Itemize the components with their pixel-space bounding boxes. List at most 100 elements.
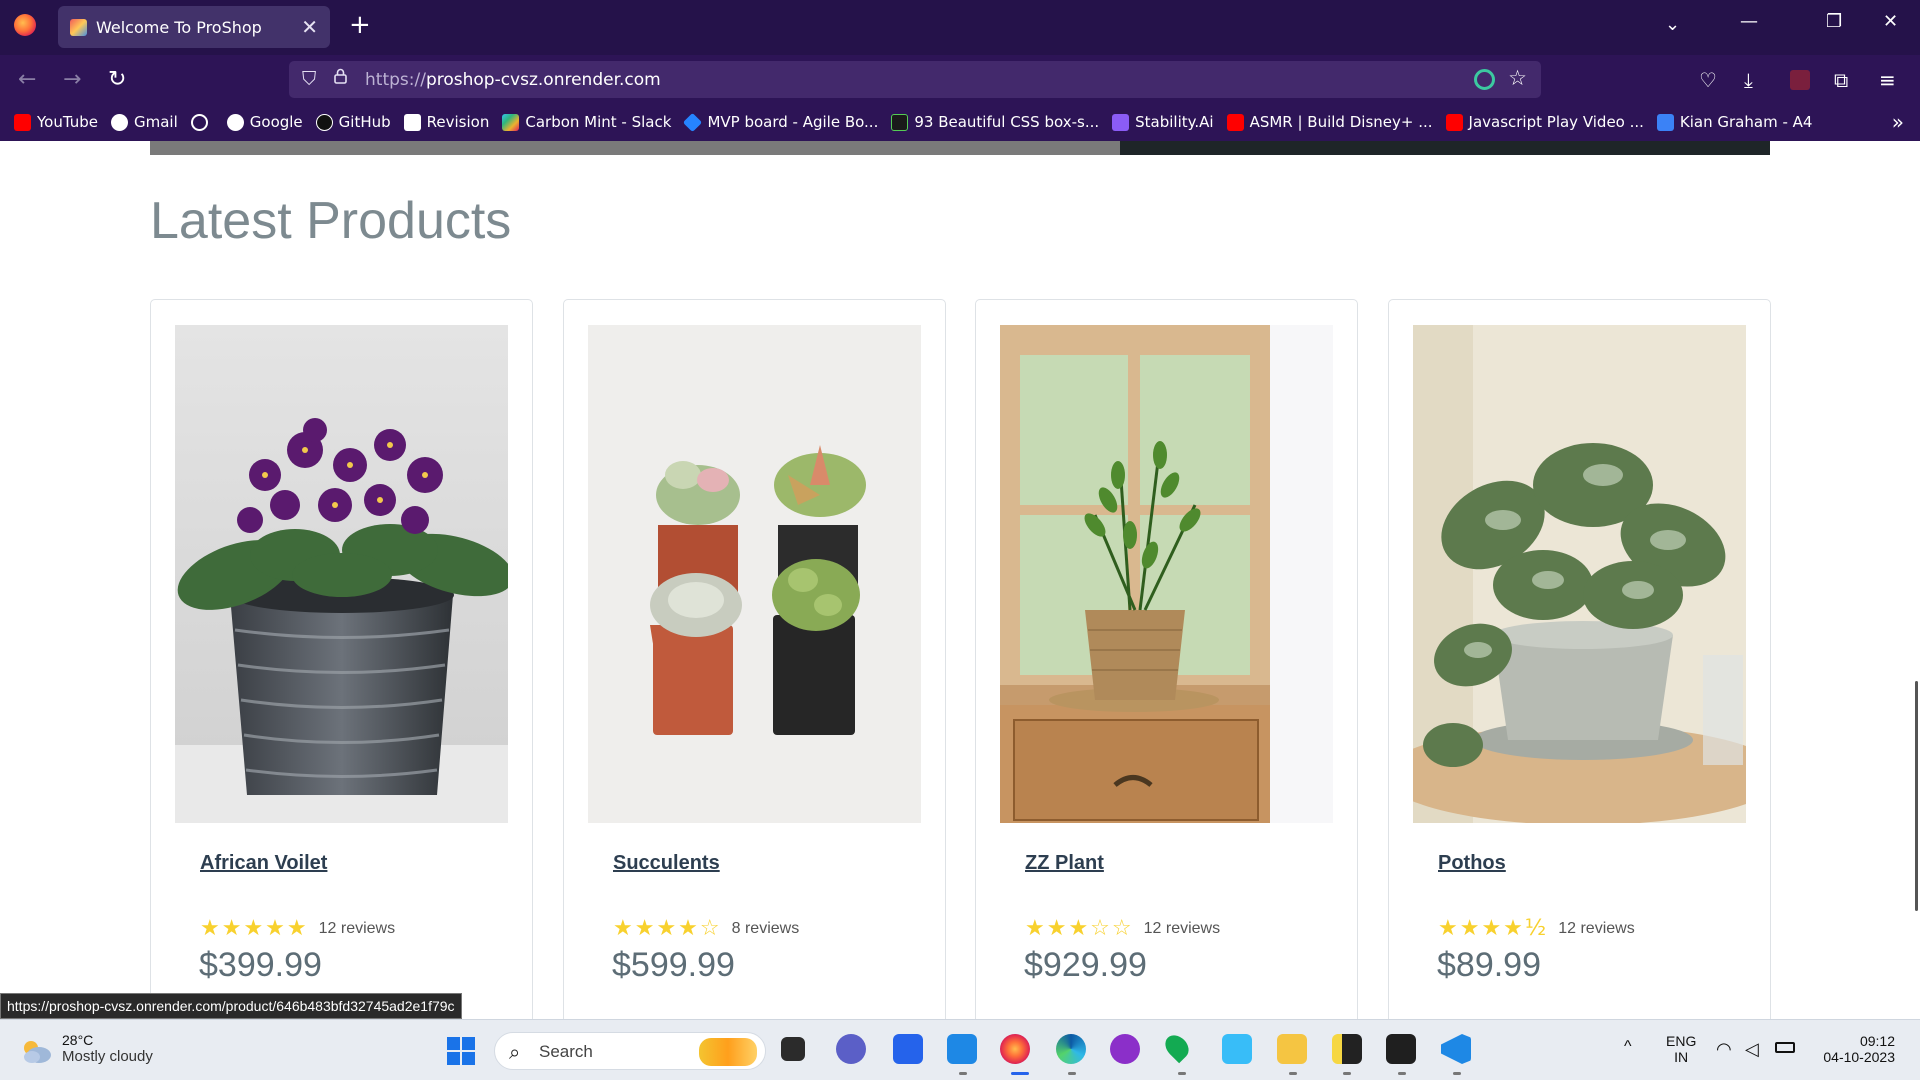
new-tab-button[interactable]: + <box>349 10 371 40</box>
google-g-icon <box>111 113 128 131</box>
windows-taskbar: 28°C Mostly cloudy ⌕ Search ^ ENG IN ◠ ◁… <box>0 1019 1920 1080</box>
review-count: 8 reviews <box>731 919 800 937</box>
terminal-icon[interactable] <box>1386 1034 1416 1064</box>
bookmark-jira[interactable]: MVP board - Agile Bo... <box>683 112 878 132</box>
extensions-puzzle-icon[interactable]: ⧉ <box>1834 68 1848 92</box>
windows-start-icon[interactable] <box>447 1037 475 1065</box>
weather-condition: Mostly cloudy <box>62 1048 153 1065</box>
close-tab-icon[interactable]: ✕ <box>301 15 318 39</box>
bookmark-github[interactable]: GitHub <box>315 113 391 131</box>
review-count: 12 reviews <box>1558 919 1635 937</box>
page-scrollbar[interactable] <box>1915 681 1918 911</box>
downloads-icon[interactable]: ⤓ <box>1744 68 1753 92</box>
volume-icon[interactable]: ◁ <box>1745 1039 1759 1060</box>
product-image-succulents[interactable] <box>588 325 921 823</box>
remote-desktop-icon[interactable] <box>1222 1034 1252 1064</box>
product-rating: ★★★★☆ 8 reviews <box>613 916 799 941</box>
app-icon[interactable] <box>1110 1034 1140 1064</box>
bookmark-star-icon[interactable]: ☆ <box>1508 66 1527 90</box>
restore-icon[interactable]: ❐ <box>1826 11 1842 32</box>
product-image-zz-plant[interactable] <box>1000 325 1333 823</box>
running-indicator <box>1343 1072 1351 1075</box>
bookmark-kian-graham[interactable]: Kian Graham - A4 <box>1656 113 1812 131</box>
region-code: IN <box>1674 1049 1689 1065</box>
sticky-notes-icon[interactable] <box>1332 1034 1362 1064</box>
mongodb-icon[interactable] <box>1160 1030 1194 1064</box>
file-explorer-icon[interactable] <box>1277 1034 1307 1064</box>
product-rating: ★★★★½ 12 reviews <box>1438 916 1635 941</box>
running-indicator <box>1453 1072 1461 1075</box>
notion-icon <box>403 113 421 131</box>
window-close-icon[interactable]: ✕ <box>1883 11 1898 32</box>
mail-icon[interactable] <box>947 1034 977 1064</box>
minimize-icon[interactable]: — <box>1740 11 1758 32</box>
bookmark-slack[interactable]: Carbon Mint - Slack <box>502 113 671 131</box>
tab-title: Welcome To ProShop <box>96 18 262 37</box>
forward-arrow-icon[interactable]: → <box>63 67 81 92</box>
rating-stars-icon: ★★★★☆ <box>613 916 722 941</box>
lock-icon[interactable] <box>334 68 347 84</box>
product-name-link[interactable]: Succulents <box>613 852 720 875</box>
youtube-icon <box>1226 113 1244 131</box>
more-bookmarks-chevron-icon[interactable]: » <box>1892 110 1904 134</box>
clock[interactable]: 09:12 04-10-2023 <box>1815 1033 1895 1065</box>
product-price: $599.99 <box>612 946 735 984</box>
slack-icon <box>502 113 520 131</box>
vscode-icon[interactable] <box>1441 1034 1471 1064</box>
search-highlight-icon <box>699 1038 757 1066</box>
edge-icon[interactable] <box>1056 1034 1086 1064</box>
address-bar[interactable]: ⛉ https://proshop-cvsz.onrender.com ☆ <box>289 61 1541 98</box>
teams-chat-icon[interactable] <box>836 1034 866 1064</box>
battery-icon[interactable] <box>1775 1042 1795 1053</box>
product-price: $89.99 <box>1437 946 1541 984</box>
task-view-icon[interactable] <box>781 1037 805 1061</box>
product-card: ZZ Plant ★★★☆☆ 12 reviews $929.99 <box>975 299 1358 1019</box>
wifi-icon[interactable]: ◠ <box>1716 1039 1732 1060</box>
section-title: Latest Products <box>150 192 512 250</box>
bookmark-css-box-shadow[interactable]: 93 Beautiful CSS box-s... <box>891 113 1099 131</box>
product-name-link[interactable]: African Voilet <box>200 852 327 875</box>
firefox-taskbar-icon[interactable] <box>1000 1034 1030 1064</box>
carousel-indicator <box>150 141 1120 155</box>
product-image-pothos[interactable] <box>1413 325 1746 823</box>
extension-circle-icon[interactable] <box>1474 69 1495 90</box>
site-icon <box>1656 113 1674 131</box>
url-text[interactable]: https://proshop-cvsz.onrender.com <box>365 70 661 90</box>
weather-widget[interactable]: 28°C Mostly cloudy <box>20 1032 153 1065</box>
bookmark-youtube[interactable]: YouTube <box>14 113 98 131</box>
bookmarks-toolbar: YouTube Gmail Google GitHub Revision Car… <box>0 103 1920 141</box>
google-g-icon <box>226 113 244 131</box>
reload-icon[interactable]: ↻ <box>108 67 126 92</box>
bookmark-gmail[interactable]: Gmail <box>111 113 178 131</box>
show-hidden-icons-chevron-icon[interactable]: ^ <box>1624 1038 1632 1056</box>
page-viewport: Latest Products African Voilet ★★★★★ 12 … <box>0 141 1920 1019</box>
product-image-african-violet[interactable] <box>175 325 508 823</box>
product-rating: ★★★☆☆ 12 reviews <box>1025 916 1220 941</box>
bookmark-globe[interactable] <box>190 113 214 131</box>
product-name-link[interactable]: ZZ Plant <box>1025 852 1104 875</box>
bookmark-revision[interactable]: Revision <box>403 113 489 131</box>
running-indicator <box>1068 1072 1076 1075</box>
bookmark-google[interactable]: Google <box>226 113 303 131</box>
bookmark-asmr[interactable]: ASMR | Build Disney+ ... <box>1226 113 1433 131</box>
clock-time: 09:12 <box>1859 1033 1895 1049</box>
pocket-icon[interactable]: ♡ <box>1699 68 1717 92</box>
language-indicator[interactable]: ENG IN <box>1666 1033 1696 1065</box>
taskbar-search[interactable]: ⌕ Search <box>494 1032 766 1070</box>
product-name-link[interactable]: Pothos <box>1438 852 1506 875</box>
menu-hamburger-icon[interactable]: ≡ <box>1879 68 1896 92</box>
browser-tab-active[interactable]: Welcome To ProShop ✕ <box>58 6 330 48</box>
firefox-logo-icon[interactable] <box>14 14 36 36</box>
rating-stars-icon: ★★★★★ <box>200 916 309 941</box>
css-site-icon <box>891 113 909 131</box>
list-all-tabs-chevron-icon[interactable]: ⌄ <box>1665 14 1680 35</box>
bookmark-stability[interactable]: Stability.Ai <box>1112 113 1214 131</box>
cors-extension-icon[interactable] <box>1790 70 1810 90</box>
back-arrow-icon[interactable]: ← <box>18 67 36 92</box>
tracking-protection-shield-icon[interactable]: ⛉ <box>302 68 316 90</box>
browser-nav-bar: ← → ↻ ⛉ https://proshop-cvsz.onrender.co… <box>0 55 1920 103</box>
microsoft-store-icon[interactable] <box>893 1034 923 1064</box>
bookmark-js-video[interactable]: Javascript Play Video ... <box>1445 113 1644 131</box>
browser-tab-bar: Welcome To ProShop ✕ + ⌄ — ❐ ✕ <box>0 0 1920 55</box>
weather-temperature: 28°C <box>62 1032 94 1048</box>
